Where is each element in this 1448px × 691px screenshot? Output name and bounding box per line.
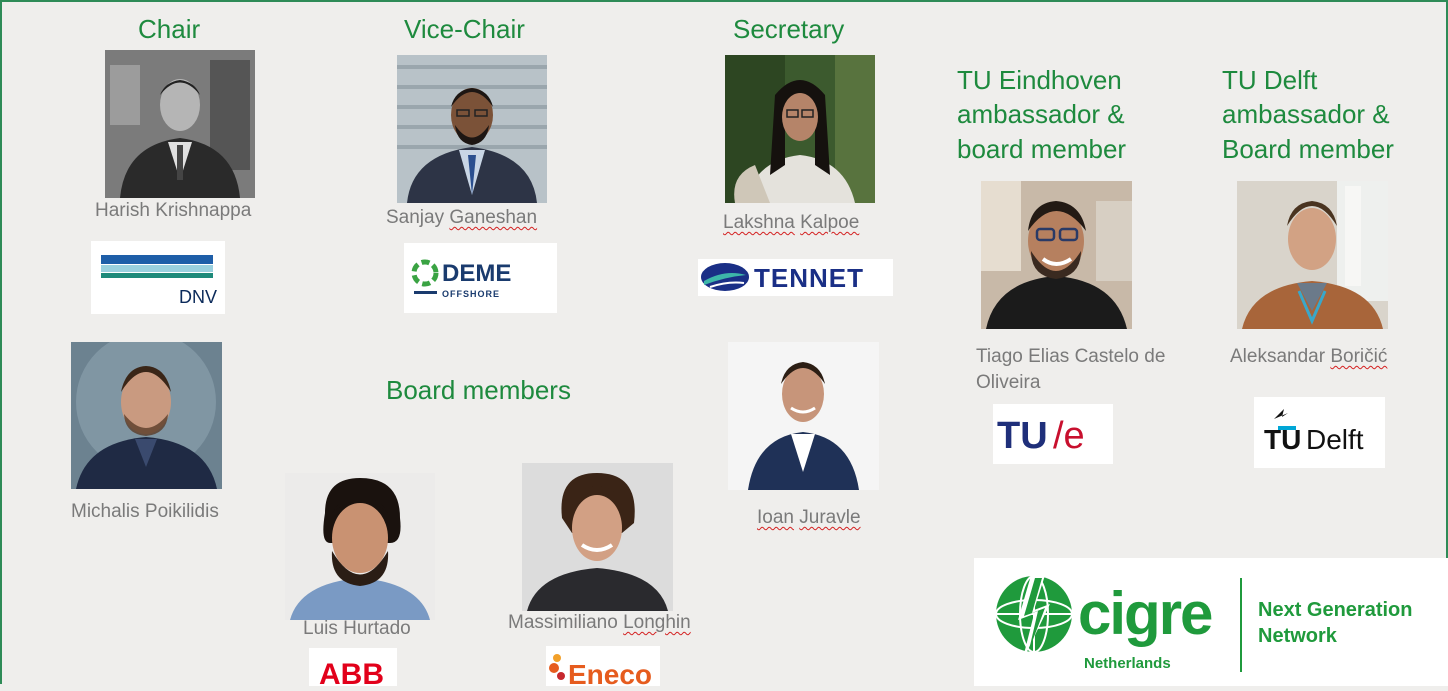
abb-text: ABB <box>319 658 384 686</box>
eneco-text: Eneco <box>568 659 652 686</box>
dnv-text: DNV <box>179 287 217 307</box>
photo-harish-krishnappa <box>105 50 255 198</box>
name-sanjay-ganeshan: Sanjay Ganeshan <box>386 206 537 230</box>
tue-text-b: /e <box>1053 415 1085 457</box>
name-part: Harish <box>95 200 150 221</box>
ngn-line1: Next Generation <box>1258 599 1412 621</box>
photo-sanjay-ganeshan <box>397 55 547 203</box>
logo-tennet: TENNET <box>698 259 893 296</box>
logo-deme-offshore: DEME OFFSHORE <box>404 243 557 313</box>
logo-eneco: Eneco <box>546 646 660 686</box>
tud-text-b: Delft <box>1306 424 1364 455</box>
role-secretary: Secretary <box>733 14 845 44</box>
logo-tu-eindhoven: TU /e <box>993 404 1113 464</box>
name-massimiliano-longhin: Massimiliano Longhin <box>508 611 691 635</box>
photo-luis-hurtado <box>285 473 435 620</box>
tue-text-a: TU <box>997 415 1048 457</box>
photo-tiago-oliveira <box>981 181 1132 329</box>
role-tue-ambassador-line1: TU Eindhoven <box>957 65 1122 95</box>
role-tud-ambassador-line3: Board member <box>1222 134 1394 164</box>
name-part: Ioan <box>757 507 794 528</box>
photo-massimiliano-longhin <box>522 463 673 611</box>
name-part: Lakshna <box>723 212 795 233</box>
name-lakshna-kalpoe: Lakshna Kalpoe <box>723 211 859 235</box>
deme-offshore-text: OFFSHORE <box>442 289 500 299</box>
name-part: Krishnappa <box>155 200 252 221</box>
cigre-netherlands-text: Netherlands <box>1084 655 1171 672</box>
name-part: Sanjay <box>386 207 445 228</box>
role-tud-ambassador-line1: TU Delft <box>1222 65 1318 95</box>
name-ioan-juravle: Ioan Juravle <box>757 506 861 530</box>
logo-abb: ABB <box>309 648 397 686</box>
photo-michalis-poikilidis <box>71 342 222 489</box>
name-tiago-line2: Oliveira <box>976 372 1041 393</box>
photo-aleksandar-boricic <box>1237 181 1388 329</box>
deme-text: DEME <box>442 260 511 287</box>
role-board-members: Board members <box>386 375 571 405</box>
name-harish-krishnappa: Harish Krishnappa <box>95 199 251 223</box>
role-vice-chair: Vice-Chair <box>404 14 525 44</box>
tennet-text: TENNET <box>754 263 864 293</box>
name-part: Longhin <box>623 612 691 633</box>
name-part: Ganeshan <box>449 207 538 228</box>
logo-tu-delft: TU Delft <box>1254 397 1385 468</box>
photo-ioan-juravle <box>728 342 879 490</box>
name-part: Aleksandar <box>1230 346 1326 367</box>
role-tud-ambassador-line2: ambassador & <box>1222 99 1390 129</box>
photo-lakshna-kalpoe <box>725 55 875 203</box>
role-tue-ambassador-line3: board member <box>957 134 1127 164</box>
name-aleksandar-boricic: Aleksandar Boričić <box>1230 345 1387 369</box>
logo-cigre-next-generation-network: cigre Netherlands Next Generation Networ… <box>974 558 1448 686</box>
logo-dnv: DNV <box>91 241 225 314</box>
cigre-text: cigre <box>1078 580 1212 647</box>
name-part: Kalpoe <box>800 212 860 233</box>
name-tiago-line1: Tiago Elias Castelo de <box>976 346 1166 367</box>
role-chair: Chair <box>138 14 201 44</box>
name-michalis-poikilidis: Michalis Poikilidis <box>71 501 219 522</box>
name-luis-hurtado: Luis Hurtado <box>303 618 411 639</box>
ngn-line2: Network <box>1258 625 1338 647</box>
name-part: Boričić <box>1330 346 1388 367</box>
role-tue-ambassador-line2: ambassador & <box>957 99 1125 129</box>
name-part: Massimiliano <box>508 612 618 633</box>
name-part: Juravle <box>799 507 861 528</box>
